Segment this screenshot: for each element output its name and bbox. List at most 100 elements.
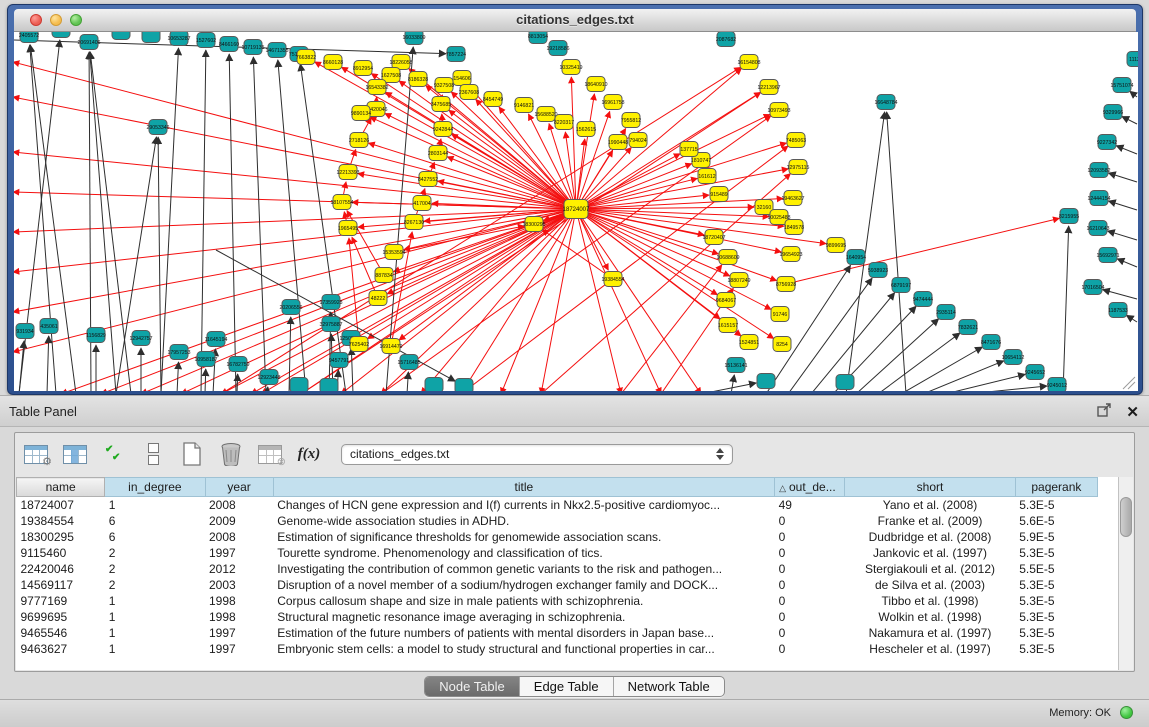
graph-node[interactable]: 16543382 — [365, 80, 388, 95]
graph-node[interactable]: 11645194 — [205, 332, 228, 347]
table-cell[interactable]: Investigating the contribution of common… — [273, 561, 774, 577]
column-header-out_de[interactable]: △out_de... — [775, 478, 845, 497]
graph-node[interactable]: 2803144 — [428, 146, 448, 161]
table-cell[interactable]: 5.6E-5 — [1015, 513, 1097, 529]
graph-node[interactable]: 7485063 — [786, 133, 806, 148]
table-cell[interactable]: 2009 — [205, 513, 273, 529]
graph-node[interactable]: 29053346 — [146, 120, 169, 135]
graph-node[interactable]: 9245012 — [1047, 378, 1067, 392]
graph-node[interactable]: 16210643 — [1086, 221, 1109, 236]
graph-node[interactable]: 16033809 — [402, 32, 425, 45]
graph-node[interactable]: 8220317 — [554, 115, 574, 130]
graph-node[interactable]: 8427552 — [418, 172, 438, 187]
graph-node[interactable]: 16782759 — [226, 357, 249, 372]
table-cell[interactable]: 2012 — [205, 561, 273, 577]
graph-node[interactable]: 12444154 — [1087, 191, 1110, 206]
graph-node[interactable]: 1156829 — [86, 328, 106, 343]
graph-node[interactable]: 1562615 — [576, 122, 596, 137]
table-cell[interactable]: 1 — [105, 593, 205, 609]
graph-node[interactable]: 16154808 — [737, 55, 760, 70]
table-cell[interactable]: 18724007 — [17, 497, 105, 514]
graph-node[interactable]: 15136141 — [724, 358, 747, 373]
table-cell[interactable]: Yano et al. (2008) — [845, 497, 1015, 514]
table-row[interactable]: 2242004622012Investigating the contribut… — [17, 561, 1098, 577]
graph-node[interactable]: 10654112 — [1002, 350, 1025, 365]
table-cell[interactable]: 1997 — [205, 625, 273, 641]
graph-node[interactable] — [836, 375, 854, 390]
table-scrollbar-thumb[interactable] — [1120, 497, 1132, 537]
graph-node[interactable]: 16961758 — [601, 95, 624, 110]
delete-trash-icon[interactable] — [218, 441, 244, 467]
graph-node[interactable]: 7625402 — [349, 337, 369, 352]
graph-node[interactable]: 10688609 — [716, 250, 739, 265]
table-cell[interactable]: 6 — [105, 513, 205, 529]
graph-node[interactable]: 9890134 — [351, 106, 371, 121]
window-titlebar[interactable]: citations_edges.txt — [14, 9, 1136, 32]
table-cell[interactable]: Franke et al. (2009) — [845, 513, 1015, 529]
table-cell[interactable]: 1998 — [205, 593, 273, 609]
graph-node[interactable]: 1615157 — [718, 318, 738, 333]
graph-node[interactable]: 15353594 — [382, 245, 405, 260]
table-cell[interactable]: 0 — [775, 641, 845, 657]
graph-node[interactable]: 15692971 — [1096, 248, 1119, 263]
table-cell[interactable]: 0 — [775, 545, 845, 561]
graph-node[interactable]: 2718126 — [349, 133, 369, 148]
import-table-icon[interactable]: ⊗ — [257, 441, 283, 467]
graph-node[interactable]: 435061 — [40, 319, 58, 334]
table-column-icon[interactable] — [62, 441, 88, 467]
table-cell[interactable]: 2008 — [205, 529, 273, 545]
table-cell[interactable]: 5.3E-5 — [1015, 545, 1097, 561]
graph-node[interactable]: 9327508 — [434, 78, 454, 93]
graph-node[interactable]: 18300295 — [522, 217, 545, 232]
table-cell[interactable]: 5.3E-5 — [1015, 641, 1097, 657]
graph-node[interactable]: 9329966 — [1103, 105, 1123, 120]
table-select-dropdown[interactable]: citations_edges.txt — [341, 444, 733, 465]
graph-node[interactable]: 12942757 — [129, 331, 152, 346]
graph-node[interactable]: 9146821 — [514, 98, 534, 113]
graph-node[interactable]: 9227342 — [1097, 135, 1117, 150]
graph-node[interactable]: 17359928 — [319, 295, 342, 310]
table-cell[interactable]: 2 — [105, 561, 205, 577]
table-cell[interactable]: 6 — [105, 529, 205, 545]
graph-node[interactable]: 11127 — [1127, 52, 1138, 67]
column-header-short[interactable]: short — [845, 478, 1015, 497]
table-cell[interactable]: 0 — [775, 513, 845, 529]
table-cell[interactable]: 18300295 — [17, 529, 105, 545]
table-cell[interactable]: 1997 — [205, 641, 273, 657]
graph-node[interactable]: 18640910 — [584, 77, 607, 92]
close-panel-icon[interactable]: ✕ — [1126, 406, 1139, 420]
table-cell[interactable]: 49 — [775, 497, 845, 514]
table-cell[interactable]: de Silva et al. (2003) — [845, 577, 1015, 593]
graph-node[interactable]: 8186328 — [408, 72, 428, 87]
graph-node[interactable]: 10325419 — [559, 60, 582, 75]
table-cell[interactable]: 0 — [775, 529, 845, 545]
graph-node[interactable]: 15751074 — [1110, 78, 1133, 93]
graph-node[interactable]: 17957253 — [167, 345, 190, 360]
graph-node[interactable]: 18724007 — [563, 200, 590, 219]
column-header-title[interactable]: title — [273, 478, 774, 497]
table-row[interactable]: 1872400712008Changes of HCN gene express… — [17, 497, 1098, 514]
table-cell[interactable]: 14569117 — [17, 577, 105, 593]
table-cell[interactable]: 0 — [775, 609, 845, 625]
graph-node[interactable]: 2367608 — [459, 85, 479, 100]
graph-node[interactable]: 19218586 — [546, 41, 569, 56]
graph-node[interactable]: 1187533 — [1108, 303, 1128, 318]
graph-node[interactable]: 2935114 — [936, 305, 956, 320]
graph-node[interactable]: 18720407 — [702, 230, 725, 245]
table-settings-icon[interactable]: ⚙ — [23, 441, 49, 467]
table-cell[interactable]: 5.3E-5 — [1015, 497, 1097, 514]
table-cell[interactable]: Hescheler et al. (1997) — [845, 641, 1015, 657]
graph-node[interactable]: 6879197 — [891, 278, 911, 293]
graph-node[interactable]: 8756928 — [776, 277, 796, 292]
graph-node[interactable]: 15716485 — [397, 355, 420, 370]
graph-node[interactable]: 8813054 — [528, 32, 548, 44]
table-cell[interactable]: 5.9E-5 — [1015, 529, 1097, 545]
table-cell[interactable]: Wolkin et al. (1998) — [845, 609, 1015, 625]
table-cell[interactable]: 1998 — [205, 609, 273, 625]
column-header-year[interactable]: year — [205, 478, 273, 497]
select-rows-icon[interactable]: ✔ ✔ — [101, 441, 127, 467]
graph-node[interactable]: 10653287 — [167, 32, 190, 46]
table-row[interactable]: 977716911998Corpus callosum shape and si… — [17, 593, 1098, 609]
table-cell[interactable]: 1 — [105, 625, 205, 641]
table-cell[interactable]: 5.3E-5 — [1015, 609, 1097, 625]
